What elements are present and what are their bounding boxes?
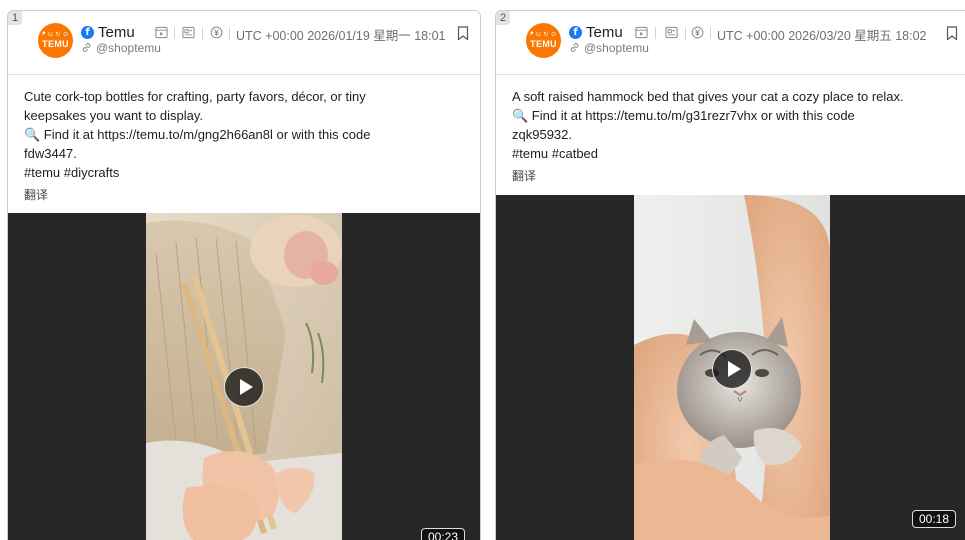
avatar-logo-mark: ᖰ ⊔ ↻ ⊙ [42, 32, 69, 38]
post-icon [182, 26, 195, 39]
link-icon [570, 43, 579, 52]
card-index: 1 [8, 11, 22, 25]
post-hashtags[interactable]: #temu #catbed [512, 144, 957, 163]
post-timestamp: UTC +00:00 2026/01/19 星期一 18:01 [236, 29, 446, 43]
yuan-icon [691, 26, 704, 39]
avatar[interactable]: ᖰ ⊔ ↻ ⊙ TEMU [526, 23, 561, 58]
divider [655, 27, 656, 39]
avatar-logo-text: TEMU [530, 39, 557, 49]
post-body: Cute cork-top bottles for crafting, part… [8, 75, 480, 205]
post-hashtags[interactable]: #temu #diycrafts [24, 163, 464, 182]
translate-link[interactable]: 翻译 [512, 167, 957, 186]
play-icon[interactable] [224, 367, 264, 407]
divider [710, 27, 711, 39]
divider [685, 27, 686, 39]
post-header: ᖰ ⊔ ↻ ⊙ TEMU f Temu @shoptemu UTC +00:00… [8, 11, 480, 75]
page-name[interactable]: Temu [586, 24, 623, 41]
video-icon [155, 26, 168, 39]
divider [174, 27, 175, 39]
play-icon[interactable] [712, 349, 752, 389]
post-text-line: Cute cork-top bottles for crafting, part… [24, 89, 366, 104]
divider [202, 27, 203, 39]
avatar[interactable]: ᖰ ⊔ ↻ ⊙ TEMU [38, 23, 73, 58]
page-handle[interactable]: @shoptemu [96, 41, 161, 55]
video-duration: 00:23 [421, 528, 466, 540]
post-icon [665, 26, 678, 39]
link-icon [82, 43, 91, 52]
facebook-icon: f [81, 26, 94, 39]
post-card: 2 ᖰ ⊔ ↻ ⊙ TEMU f Temu @shoptemu UTC +00:… [495, 10, 965, 540]
post-text-line: keepsakes you want to display. [24, 108, 203, 123]
post-header: ᖰ ⊔ ↻ ⊙ TEMU f Temu @shoptemu UTC +00:00… [496, 11, 965, 75]
post-card: 1 ᖰ ⊔ ↻ ⊙ TEMU f Temu @shoptemu UTC +00:… [7, 10, 481, 540]
avatar-logo-text: TEMU [42, 39, 69, 49]
post-text-line: A soft raised hammock bed that gives you… [512, 89, 904, 104]
video-player[interactable]: 00:18 [496, 195, 965, 540]
post-text-line: fdw3447. [24, 146, 77, 161]
page-handle[interactable]: @shoptemu [584, 41, 649, 55]
translate-link[interactable]: 翻译 [24, 186, 464, 205]
avatar-logo-mark: ᖰ ⊔ ↻ ⊙ [530, 32, 557, 38]
video-duration: 00:18 [912, 510, 957, 528]
post-body: A soft raised hammock bed that gives you… [496, 75, 965, 186]
post-text-line: 🔍 Find it at https://temu.to/m/gng2h66an… [24, 127, 371, 142]
facebook-icon: f [569, 26, 582, 39]
bookmark-icon[interactable] [946, 26, 958, 41]
post-text-line: zqk95932. [512, 127, 572, 142]
post-text-line: 🔍 Find it at https://temu.to/m/g31rezr7v… [512, 108, 855, 123]
card-index: 2 [496, 11, 510, 25]
bookmark-icon[interactable] [457, 26, 469, 41]
video-player[interactable]: 00:23 [8, 213, 480, 540]
post-timestamp: UTC +00:00 2026/03/20 星期五 18:02 [717, 29, 927, 43]
yuan-icon [210, 26, 223, 39]
divider [229, 27, 230, 39]
page-name[interactable]: Temu [98, 24, 135, 41]
video-icon [635, 26, 648, 39]
